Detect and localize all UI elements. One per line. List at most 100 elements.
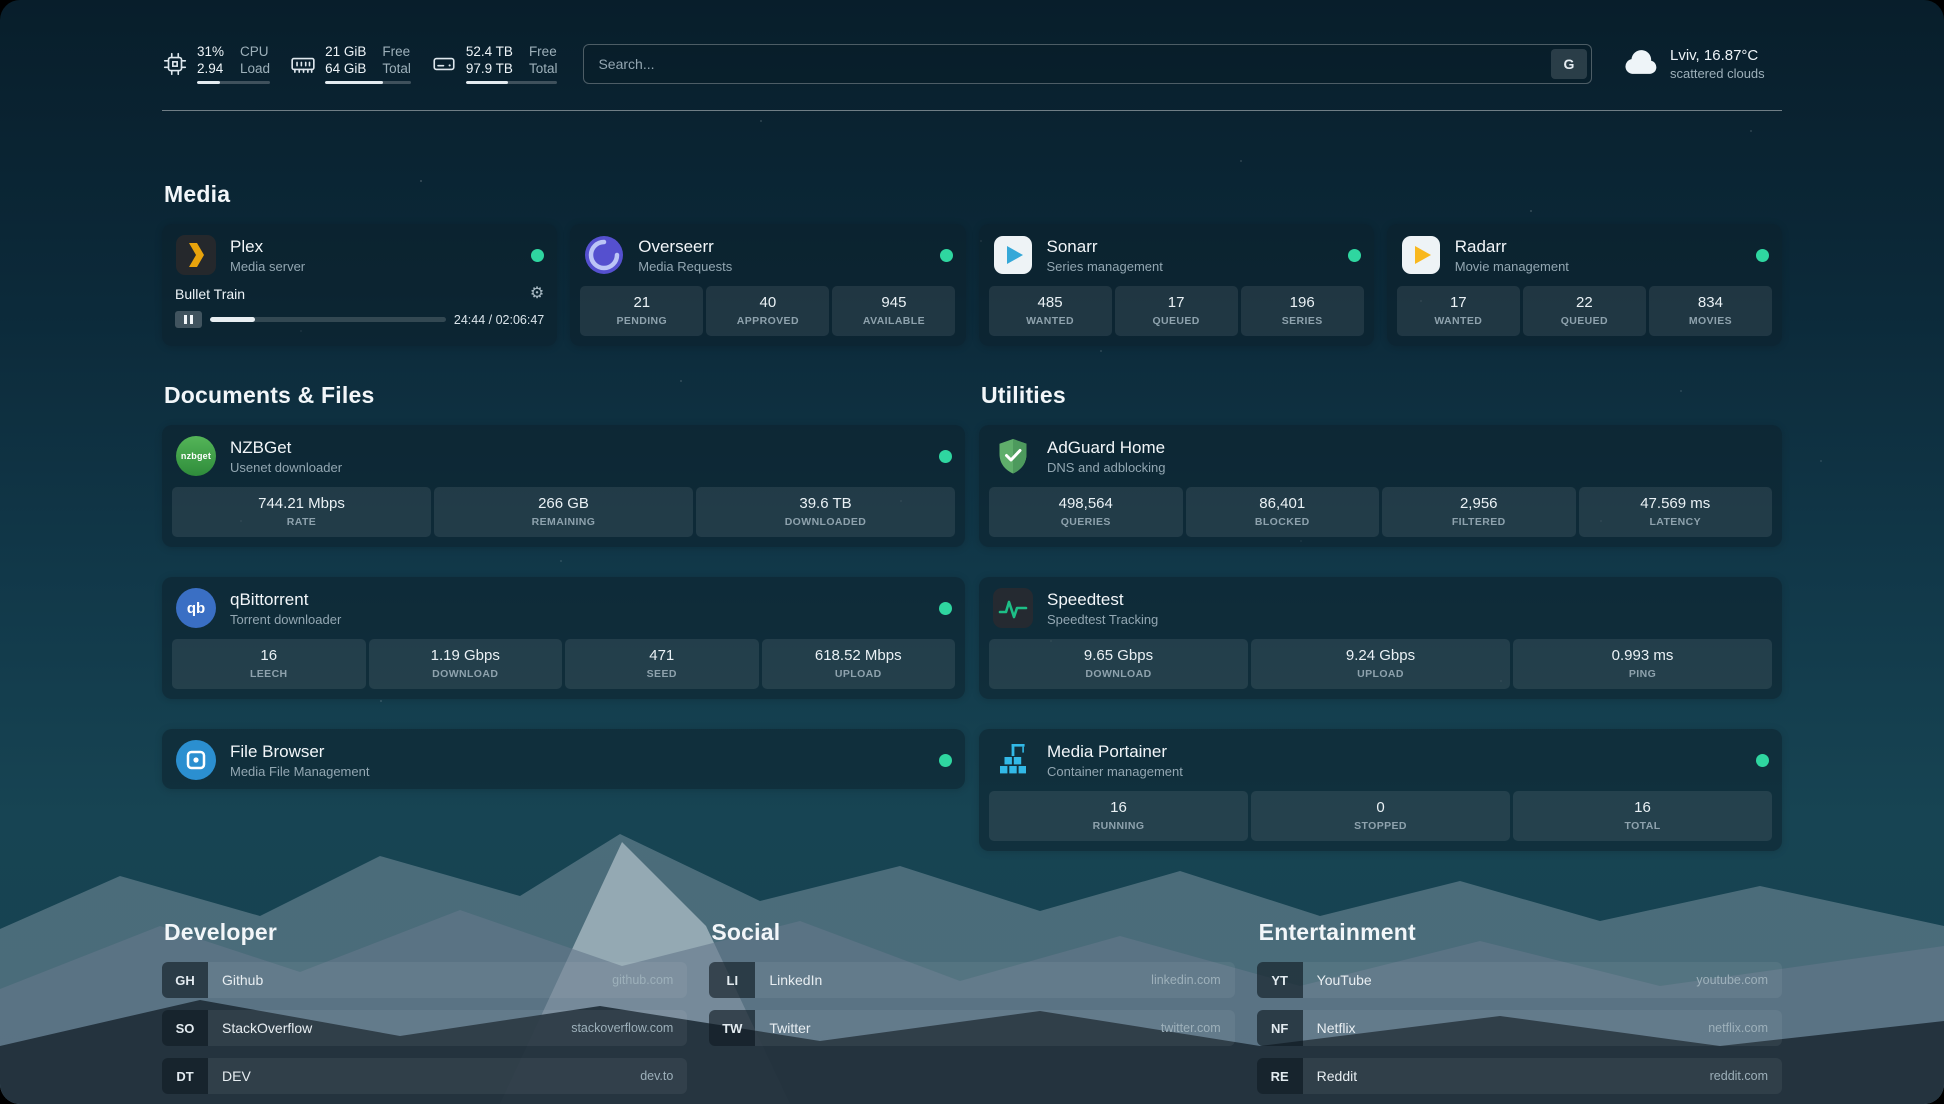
memory-total-label: Total [382,61,411,77]
stat-value: 498,564 [992,495,1180,513]
bookmark-twitter[interactable]: TW Twitter twitter.com [709,1010,1234,1046]
service-card-qbittorrent[interactable]: qb qBittorrent Torrent downloader 16 [162,577,965,699]
stat-label: DOWNLOAD [992,668,1245,680]
service-description: Container management [1047,764,1183,779]
stat-label: TOTAL [1516,820,1769,832]
stat-label: WANTED [992,315,1109,327]
stat-label: DOWNLOADED [699,516,952,528]
memory-widget: 21 GiB Free 64 GiB Total [290,44,411,84]
stat-label: PING [1516,668,1769,680]
stat-label: UPLOAD [765,668,953,680]
section-title-developer: Developer [164,919,687,946]
weather-condition: scattered clouds [1670,66,1765,81]
bookmark-name: DEV [222,1068,251,1084]
bookmark-youtube[interactable]: YT YouTube youtube.com [1257,962,1782,998]
service-card-sonarr[interactable]: Sonarr Series management 485 WANTED 17 Q… [979,224,1374,346]
stat-value: 744.21 Mbps [175,495,428,513]
stat: 0 STOPPED [1251,791,1510,841]
stat: 21 PENDING [580,286,703,336]
status-dot [531,249,544,262]
stat: 2,956 FILTERED [1382,487,1576,537]
service-name: Plex [230,237,305,257]
adguard-icon [992,435,1034,477]
bookmark-abbr: TW [709,1010,755,1046]
stat-label: WANTED [1400,315,1517,327]
service-card-plex[interactable]: Plex Media server Bullet Train ⚙ [162,224,557,346]
stat: 9.24 Gbps UPLOAD [1251,639,1510,689]
bookmark-abbr: NF [1257,1010,1303,1046]
stat: 196 SERIES [1241,286,1364,336]
search-bar: G [583,44,1592,84]
stat-label: SEED [568,668,756,680]
service-name: Media Portainer [1047,742,1183,762]
bookmark-name: Twitter [769,1020,810,1036]
bookmark-url: github.com [612,973,673,987]
stat-label: RUNNING [992,820,1245,832]
radarr-icon [1400,234,1442,276]
bookmark-reddit[interactable]: RE Reddit reddit.com [1257,1058,1782,1094]
stat-value: 16 [1516,799,1769,817]
section-title-utilities: Utilities [981,382,1782,409]
status-dot [939,602,952,615]
disk-free: 52.4 TB [466,44,513,60]
pause-button[interactable] [175,311,202,328]
cpu-load-label: Load [240,61,270,77]
bookmark-name: YouTube [1317,972,1372,988]
stat-value: 16 [175,647,363,665]
search-input[interactable] [583,44,1592,84]
stat: 471 SEED [565,639,759,689]
bookmark-url: netflix.com [1708,1021,1768,1035]
stat-value: 834 [1652,294,1769,312]
service-card-filebrowser[interactable]: File Browser Media File Management [162,729,965,789]
service-card-portainer[interactable]: Media Portainer Container management 16 … [979,729,1782,851]
bookmark-linkedin[interactable]: LI LinkedIn linkedin.com [709,962,1234,998]
overseerr-icon [583,234,625,276]
service-description: Usenet downloader [230,460,342,475]
gear-icon[interactable]: ⚙ [530,286,544,302]
stat-value: 17 [1400,294,1517,312]
stat-value: 40 [709,294,826,312]
search-provider-button[interactable]: G [1551,49,1587,79]
stat: 16 LEECH [172,639,366,689]
bookmark-netflix[interactable]: NF Netflix netflix.com [1257,1010,1782,1046]
stat-label: FILTERED [1385,516,1573,528]
sonarr-icon [992,234,1034,276]
bookmark-abbr: YT [1257,962,1303,998]
memory-icon [290,51,316,77]
stat: 945 AVAILABLE [832,286,955,336]
stat-label: PENDING [583,315,700,327]
playback-progress-bar [210,317,446,322]
bookmark-dev[interactable]: DT DEV dev.to [162,1058,687,1094]
stat-value: 196 [1244,294,1361,312]
service-name: qBittorrent [230,590,341,610]
disk-free-label: Free [529,44,558,60]
service-name: Sonarr [1047,237,1163,257]
topbar-divider [162,110,1782,111]
service-card-speedtest[interactable]: Speedtest Speedtest Tracking 9.65 Gbps D… [979,577,1782,699]
service-description: DNS and adblocking [1047,460,1166,475]
bookmark-stackoverflow[interactable]: SO StackOverflow stackoverflow.com [162,1010,687,1046]
nzbget-icon: nzbget [175,435,217,477]
service-card-overseerr[interactable]: Overseerr Media Requests 21 PENDING 40 A… [570,224,965,346]
snow-particles [0,0,2,2]
stat-label: QUEUED [1526,315,1643,327]
stat-value: 22 [1526,294,1643,312]
stat-label: QUEUED [1118,315,1235,327]
playback-time: 24:44 / 02:06:47 [454,313,544,327]
service-card-radarr[interactable]: Radarr Movie management 17 WANTED 22 QUE… [1387,224,1782,346]
status-dot [939,450,952,463]
service-description: Speedtest Tracking [1047,612,1158,627]
service-card-adguard[interactable]: AdGuard Home DNS and adblocking 498,564 … [979,425,1782,547]
stat-value: 945 [835,294,952,312]
bookmark-name: LinkedIn [769,972,822,988]
service-card-nzbget[interactable]: nzbget NZBGet Usenet downloader 744.21 M… [162,425,965,547]
stat: 266 GB REMAINING [434,487,693,537]
stat-label: LATENCY [1582,516,1770,528]
bookmark-github[interactable]: GH Github github.com [162,962,687,998]
cpu-progress-bar [197,81,270,84]
bookmark-url: dev.to [640,1069,673,1083]
status-dot [939,754,952,767]
stat: 485 WANTED [989,286,1112,336]
bookmark-name: Netflix [1317,1020,1356,1036]
disk-widget: 52.4 TB Free 97.9 TB Total [431,44,558,84]
